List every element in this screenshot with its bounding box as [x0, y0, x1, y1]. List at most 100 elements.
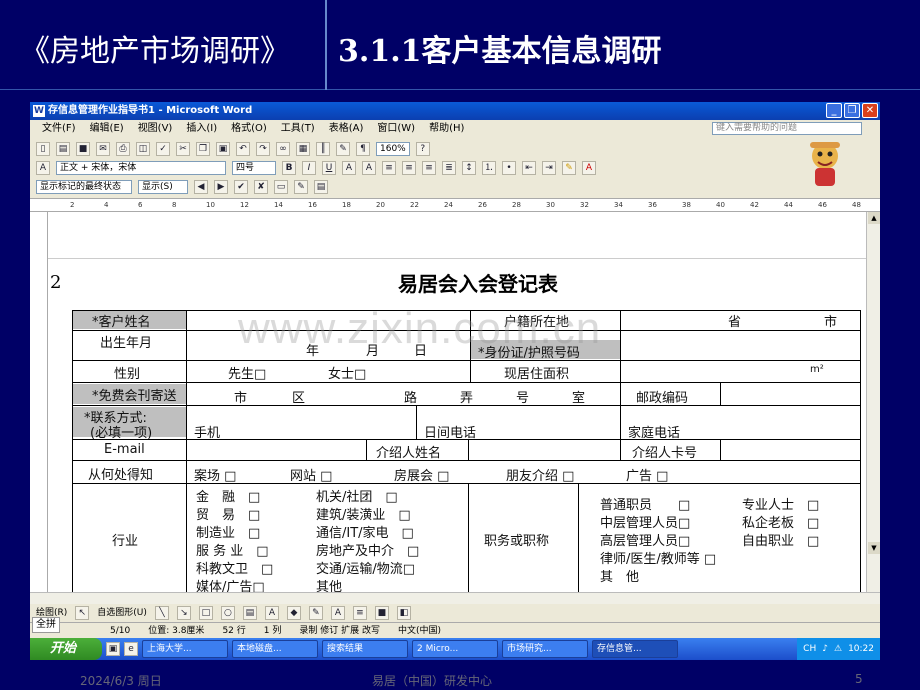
position-option[interactable]: 普通职员 □	[600, 494, 690, 513]
track-display-select[interactable]: 显示标记的最终状态	[36, 180, 132, 194]
industry-option[interactable]: 贸 易 □	[196, 504, 260, 523]
office-assistant-icon[interactable]	[800, 138, 850, 192]
source-option[interactable]: 房展会 □	[394, 465, 449, 484]
reviewing-pane-icon[interactable]: ▤	[314, 180, 328, 194]
3d-icon[interactable]: ◧	[396, 606, 411, 620]
justify-icon[interactable]: ≣	[442, 161, 456, 175]
line-icon[interactable]: ╲	[154, 606, 169, 620]
help-search-input[interactable]: 键入需要帮助的问题	[712, 122, 862, 135]
track-changes-icon[interactable]: ✎	[294, 180, 308, 194]
position-option[interactable]: 自由职业 □	[742, 530, 819, 549]
warning-icon[interactable]: ⚠	[834, 638, 842, 660]
print-icon[interactable]: ⎙	[116, 142, 130, 156]
document-page[interactable]: 2 易居会入会登记表 *客户姓名 户籍所在地 省 市 出生年月 年 月 日 *身…	[48, 212, 866, 592]
show-marks-icon[interactable]: ¶	[356, 142, 370, 156]
new-doc-icon[interactable]: ▯	[36, 142, 50, 156]
industry-option[interactable]: 服 务 业 □	[196, 540, 269, 559]
close-button[interactable]: ✕	[862, 103, 878, 118]
paste-icon[interactable]: ▣	[216, 142, 230, 156]
vertical-scrollbar[interactable]: ▲ ▼	[866, 212, 880, 592]
source-option[interactable]: 案场 □	[194, 465, 236, 484]
industry-option[interactable]: 媒体/广告□	[196, 576, 265, 592]
textbox-icon[interactable]: ▤	[242, 606, 257, 620]
oval-icon[interactable]: ○	[220, 606, 235, 620]
position-option[interactable]: 律师/医生/教师等 □	[600, 548, 716, 567]
style-select[interactable]: 正文 + 宋体，宋体	[56, 161, 226, 175]
industry-option[interactable]: 其他	[316, 576, 342, 592]
cut-icon[interactable]: ✂	[176, 142, 190, 156]
vertical-ruler[interactable]	[30, 212, 48, 592]
start-button[interactable]: 开始	[30, 638, 102, 660]
menu-tools[interactable]: 工具(T)	[281, 120, 315, 138]
align-right-icon[interactable]: ≡	[422, 161, 436, 175]
font-size-select[interactable]: 四号	[232, 161, 276, 175]
drawing-icon[interactable]: ✎	[336, 142, 350, 156]
volume-icon[interactable]: ♪	[822, 638, 828, 660]
industry-option[interactable]: 通信/IT/家电 □	[316, 522, 414, 541]
tray-language[interactable]: CH	[803, 638, 816, 660]
desktop-icon[interactable]: ▣	[106, 642, 120, 656]
highlight-icon[interactable]: ✎	[562, 161, 576, 175]
arrow-icon[interactable]: ↘	[176, 606, 191, 620]
print-preview-icon[interactable]: ◫	[136, 142, 150, 156]
industry-option[interactable]: 机关/社团 □	[316, 486, 398, 505]
industry-option[interactable]: 金 融 □	[196, 486, 260, 505]
table-icon[interactable]: ▦	[296, 142, 310, 156]
line-style-icon[interactable]: ≡	[352, 606, 367, 620]
font-color-icon[interactable]: A	[330, 606, 345, 620]
taskbar-item[interactable]: 市场研究...	[502, 640, 588, 658]
align-left-icon[interactable]: ≡	[382, 161, 396, 175]
columns-icon[interactable]: ║	[316, 142, 330, 156]
bold-button[interactable]: B	[282, 161, 296, 175]
char-shading-icon[interactable]: A	[362, 161, 376, 175]
underline-button[interactable]: U	[322, 161, 336, 175]
option-mr[interactable]: 先生□	[228, 363, 266, 382]
horizontal-ruler[interactable]: 2 4 6 8 10 12 14 16 18 20 22 24 26 28 30…	[30, 198, 880, 212]
line-color-icon[interactable]: ✎	[308, 606, 323, 620]
menu-format[interactable]: 格式(O)	[231, 120, 267, 138]
restore-button[interactable]: ❐	[844, 103, 860, 118]
menu-window[interactable]: 窗口(W)	[377, 120, 415, 138]
position-option[interactable]: 高层管理人员□	[600, 530, 690, 549]
accept-change-icon[interactable]: ✔	[234, 180, 248, 194]
menu-edit[interactable]: 编辑(E)	[90, 120, 124, 138]
ime-indicator[interactable]: 全拼	[32, 617, 60, 633]
zoom-select[interactable]: 160%	[376, 142, 410, 156]
menu-view[interactable]: 视图(V)	[138, 120, 173, 138]
taskbar-item[interactable]: 2 Micro...	[412, 640, 498, 658]
spelling-icon[interactable]: ✓	[156, 142, 170, 156]
char-border-icon[interactable]: A	[342, 161, 356, 175]
comment-icon[interactable]: ▭	[274, 180, 288, 194]
ie-icon[interactable]: e	[124, 642, 138, 656]
hyperlink-icon[interactable]: ∞	[276, 142, 290, 156]
autoshapes-menu[interactable]: 自选图形(U)	[97, 604, 147, 622]
shadow-icon[interactable]: ■	[374, 606, 389, 620]
decrease-indent-icon[interactable]: ⇤	[522, 161, 536, 175]
open-folder-icon[interactable]: ▤	[56, 142, 70, 156]
redo-icon[interactable]: ↷	[256, 142, 270, 156]
wordart-icon[interactable]: A	[264, 606, 279, 620]
menu-table[interactable]: 表格(A)	[329, 120, 364, 138]
horizontal-scrollbar[interactable]	[30, 592, 880, 604]
save-icon[interactable]: ■	[76, 142, 90, 156]
reject-change-icon[interactable]: ✘	[254, 180, 268, 194]
menu-insert[interactable]: 插入(I)	[186, 120, 217, 138]
position-option[interactable]: 其 他	[600, 566, 639, 585]
font-color-icon[interactable]: A	[582, 161, 596, 175]
option-ms[interactable]: 女士□	[328, 363, 366, 382]
align-center-icon[interactable]: ≡	[402, 161, 416, 175]
undo-icon[interactable]: ↶	[236, 142, 250, 156]
minimize-button[interactable]: _	[826, 103, 842, 118]
show-menu[interactable]: 显示(S)	[138, 180, 188, 194]
menu-help[interactable]: 帮助(H)	[429, 120, 464, 138]
scroll-down-icon[interactable]: ▼	[868, 542, 880, 554]
fill-color-icon[interactable]: ◆	[286, 606, 301, 620]
position-option[interactable]: 私企老板 □	[742, 512, 819, 531]
position-option[interactable]: 专业人士 □	[742, 494, 819, 513]
taskbar-item[interactable]: 本地磁盘...	[232, 640, 318, 658]
industry-option[interactable]: 交通/运输/物流□	[316, 558, 415, 577]
copy-icon[interactable]: ❐	[196, 142, 210, 156]
permission-icon[interactable]: ✉	[96, 142, 110, 156]
source-option[interactable]: 广告 □	[626, 465, 668, 484]
prev-change-icon[interactable]: ◀	[194, 180, 208, 194]
